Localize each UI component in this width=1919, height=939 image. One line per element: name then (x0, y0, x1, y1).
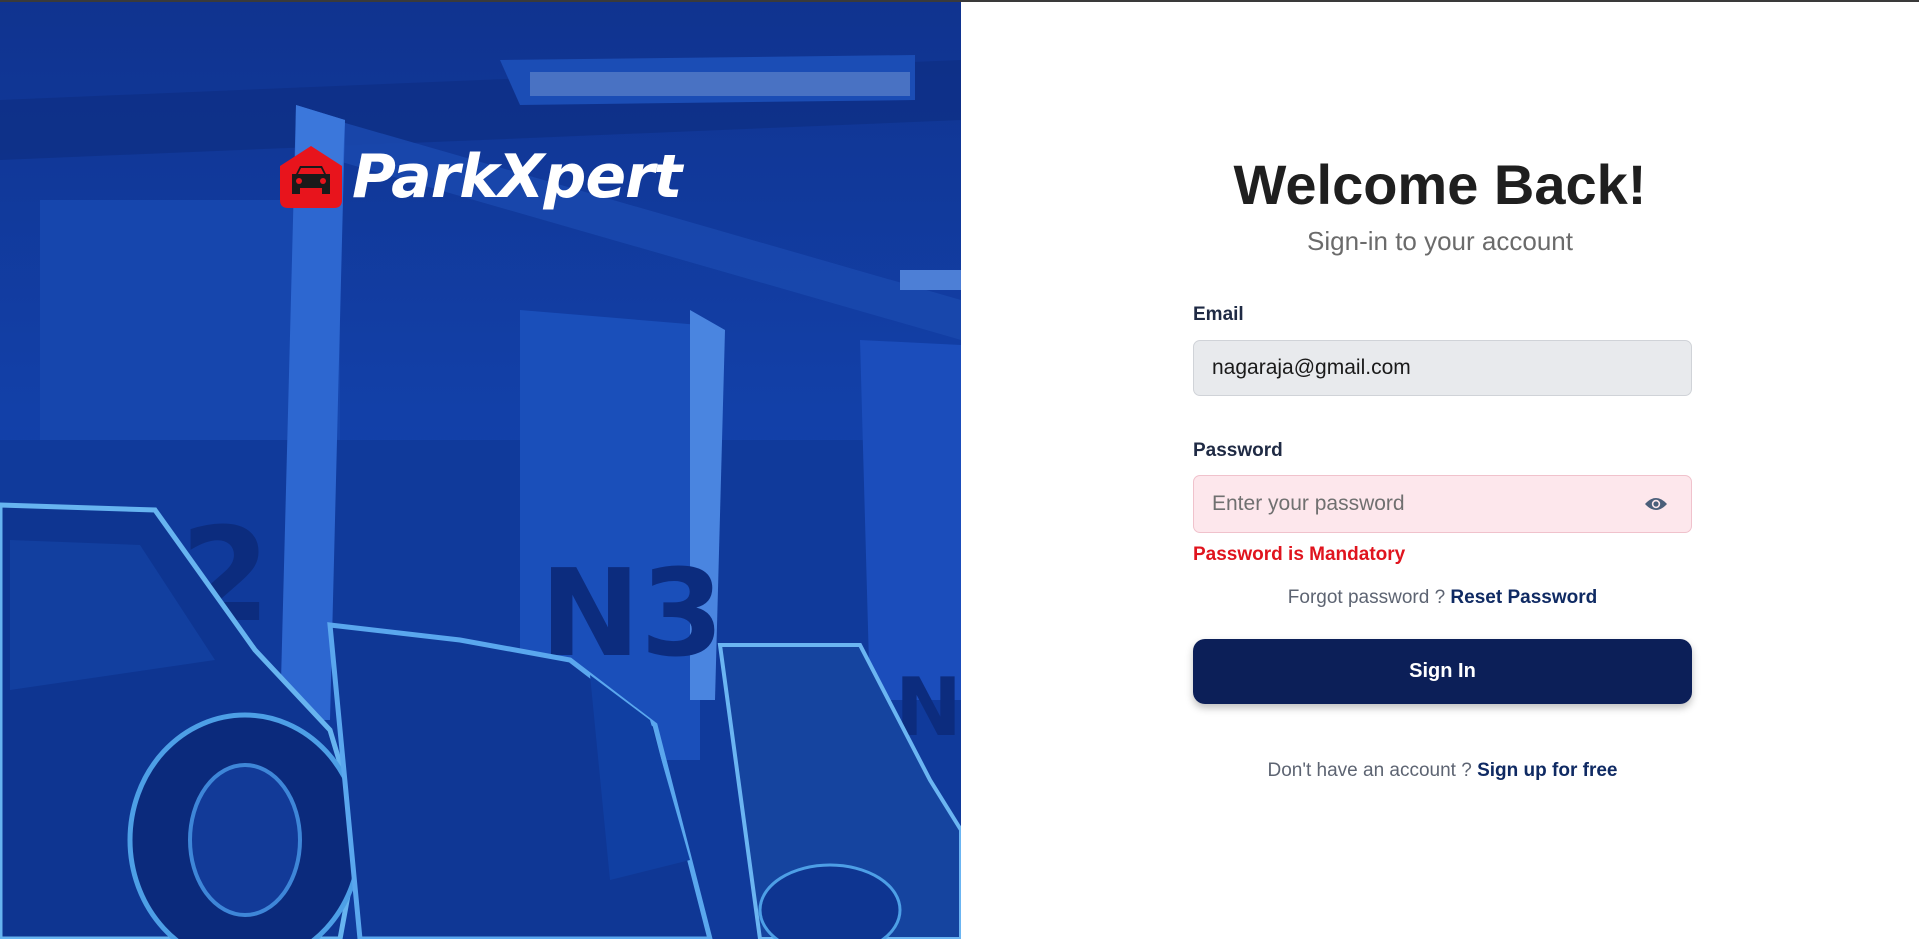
email-field[interactable] (1193, 340, 1692, 396)
page-title: Welcome Back! (1233, 153, 1647, 216)
window-top-border (0, 0, 1919, 2)
login-panel: Welcome Back! Sign-in to your account Em… (961, 0, 1919, 939)
reset-password-link[interactable]: Reset Password (1450, 587, 1597, 608)
hero-panel: N3 2 N ParkXpert (0, 0, 961, 939)
signup-row: Don't have an account ? Sign up for free (1193, 760, 1692, 782)
page-subtitle: Sign-in to your account (1307, 226, 1573, 256)
password-error-message: Password is Mandatory (1193, 544, 1406, 565)
car-house-icon (280, 146, 342, 208)
eye-icon[interactable] (1644, 493, 1668, 515)
forgot-password-row: Forgot password ? Reset Password (1193, 587, 1692, 609)
password-field[interactable] (1193, 475, 1692, 533)
password-label: Password (1193, 440, 1283, 461)
parking-garage-illustration: N3 2 N (0, 55, 961, 939)
sign-up-link[interactable]: Sign up for free (1477, 760, 1617, 781)
forgot-password-text: Forgot password ? (1287, 587, 1446, 608)
email-label: Email (1193, 304, 1244, 325)
signup-prompt-text: Don't have an account ? (1267, 760, 1472, 781)
brand-logo: ParkXpert (278, 142, 682, 212)
brand-name: ParkXpert (352, 142, 682, 212)
sign-in-button[interactable]: Sign In (1193, 639, 1692, 704)
password-field-wrapper (1193, 475, 1692, 533)
